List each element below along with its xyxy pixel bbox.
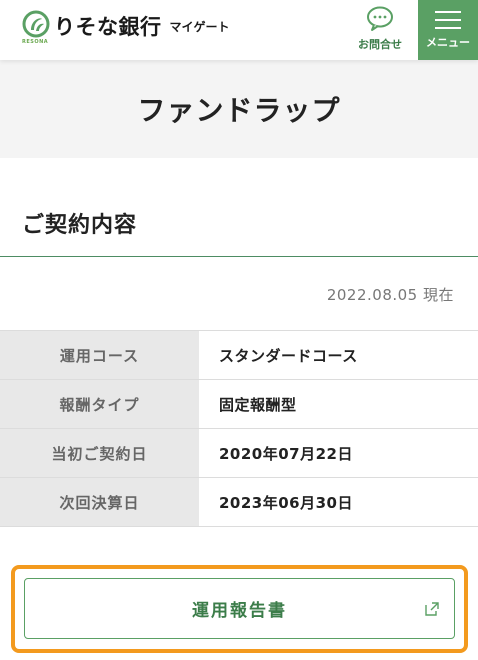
row-label: 運用コース [0, 330, 199, 380]
bank-name: りそな銀行 [54, 15, 162, 39]
bank-logo[interactable]: RESONA りそな銀行 マイゲート [22, 10, 230, 45]
section-title: ご契約内容 [22, 213, 138, 238]
row-value: 2020年07月22日 [219, 444, 353, 463]
table-row: 当初ご契約日 2020年07月22日 [0, 428, 478, 478]
title-band: ファンドラップ [0, 60, 478, 158]
section-divider [0, 256, 478, 257]
row-value: 固定報酬型 [219, 395, 297, 414]
contract-table: 運用コース スタンダードコース 報酬タイプ 固定報酬型 当初ご契約日 2020年… [0, 330, 478, 527]
table-row: 次回決算日 2023年06月30日 [0, 477, 478, 527]
menu-label: メニュー [426, 36, 470, 49]
row-label: 報酬タイプ [0, 379, 199, 429]
row-label: 当初ご契約日 [0, 428, 199, 478]
report-button[interactable]: 運用報告書 [24, 578, 455, 639]
report-button-label: 運用報告書 [192, 601, 287, 621]
external-link-icon [425, 602, 439, 616]
app-header: RESONA りそな銀行 マイゲート お問合せ メニュー [0, 0, 478, 60]
service-name: マイゲート [169, 20, 230, 34]
as-of-date: 2022.08.05 現在 [326, 286, 454, 304]
resona-logo-icon: RESONA [22, 10, 50, 45]
chat-bubble-icon [367, 6, 393, 31]
contact-label: お問合せ [358, 38, 402, 51]
hamburger-icon [435, 11, 461, 35]
row-value: 2023年06月30日 [219, 493, 353, 512]
row-label: 次回決算日 [0, 477, 199, 527]
row-value: スタンダードコース [219, 346, 358, 365]
page-title: ファンドラップ [137, 94, 341, 127]
menu-button[interactable]: メニュー [418, 0, 478, 60]
table-row: 運用コース スタンダードコース [0, 330, 478, 380]
contact-button[interactable]: お問合せ [350, 6, 410, 56]
logo-subtext: RESONA [22, 39, 49, 45]
table-row: 報酬タイプ 固定報酬型 [0, 379, 478, 429]
